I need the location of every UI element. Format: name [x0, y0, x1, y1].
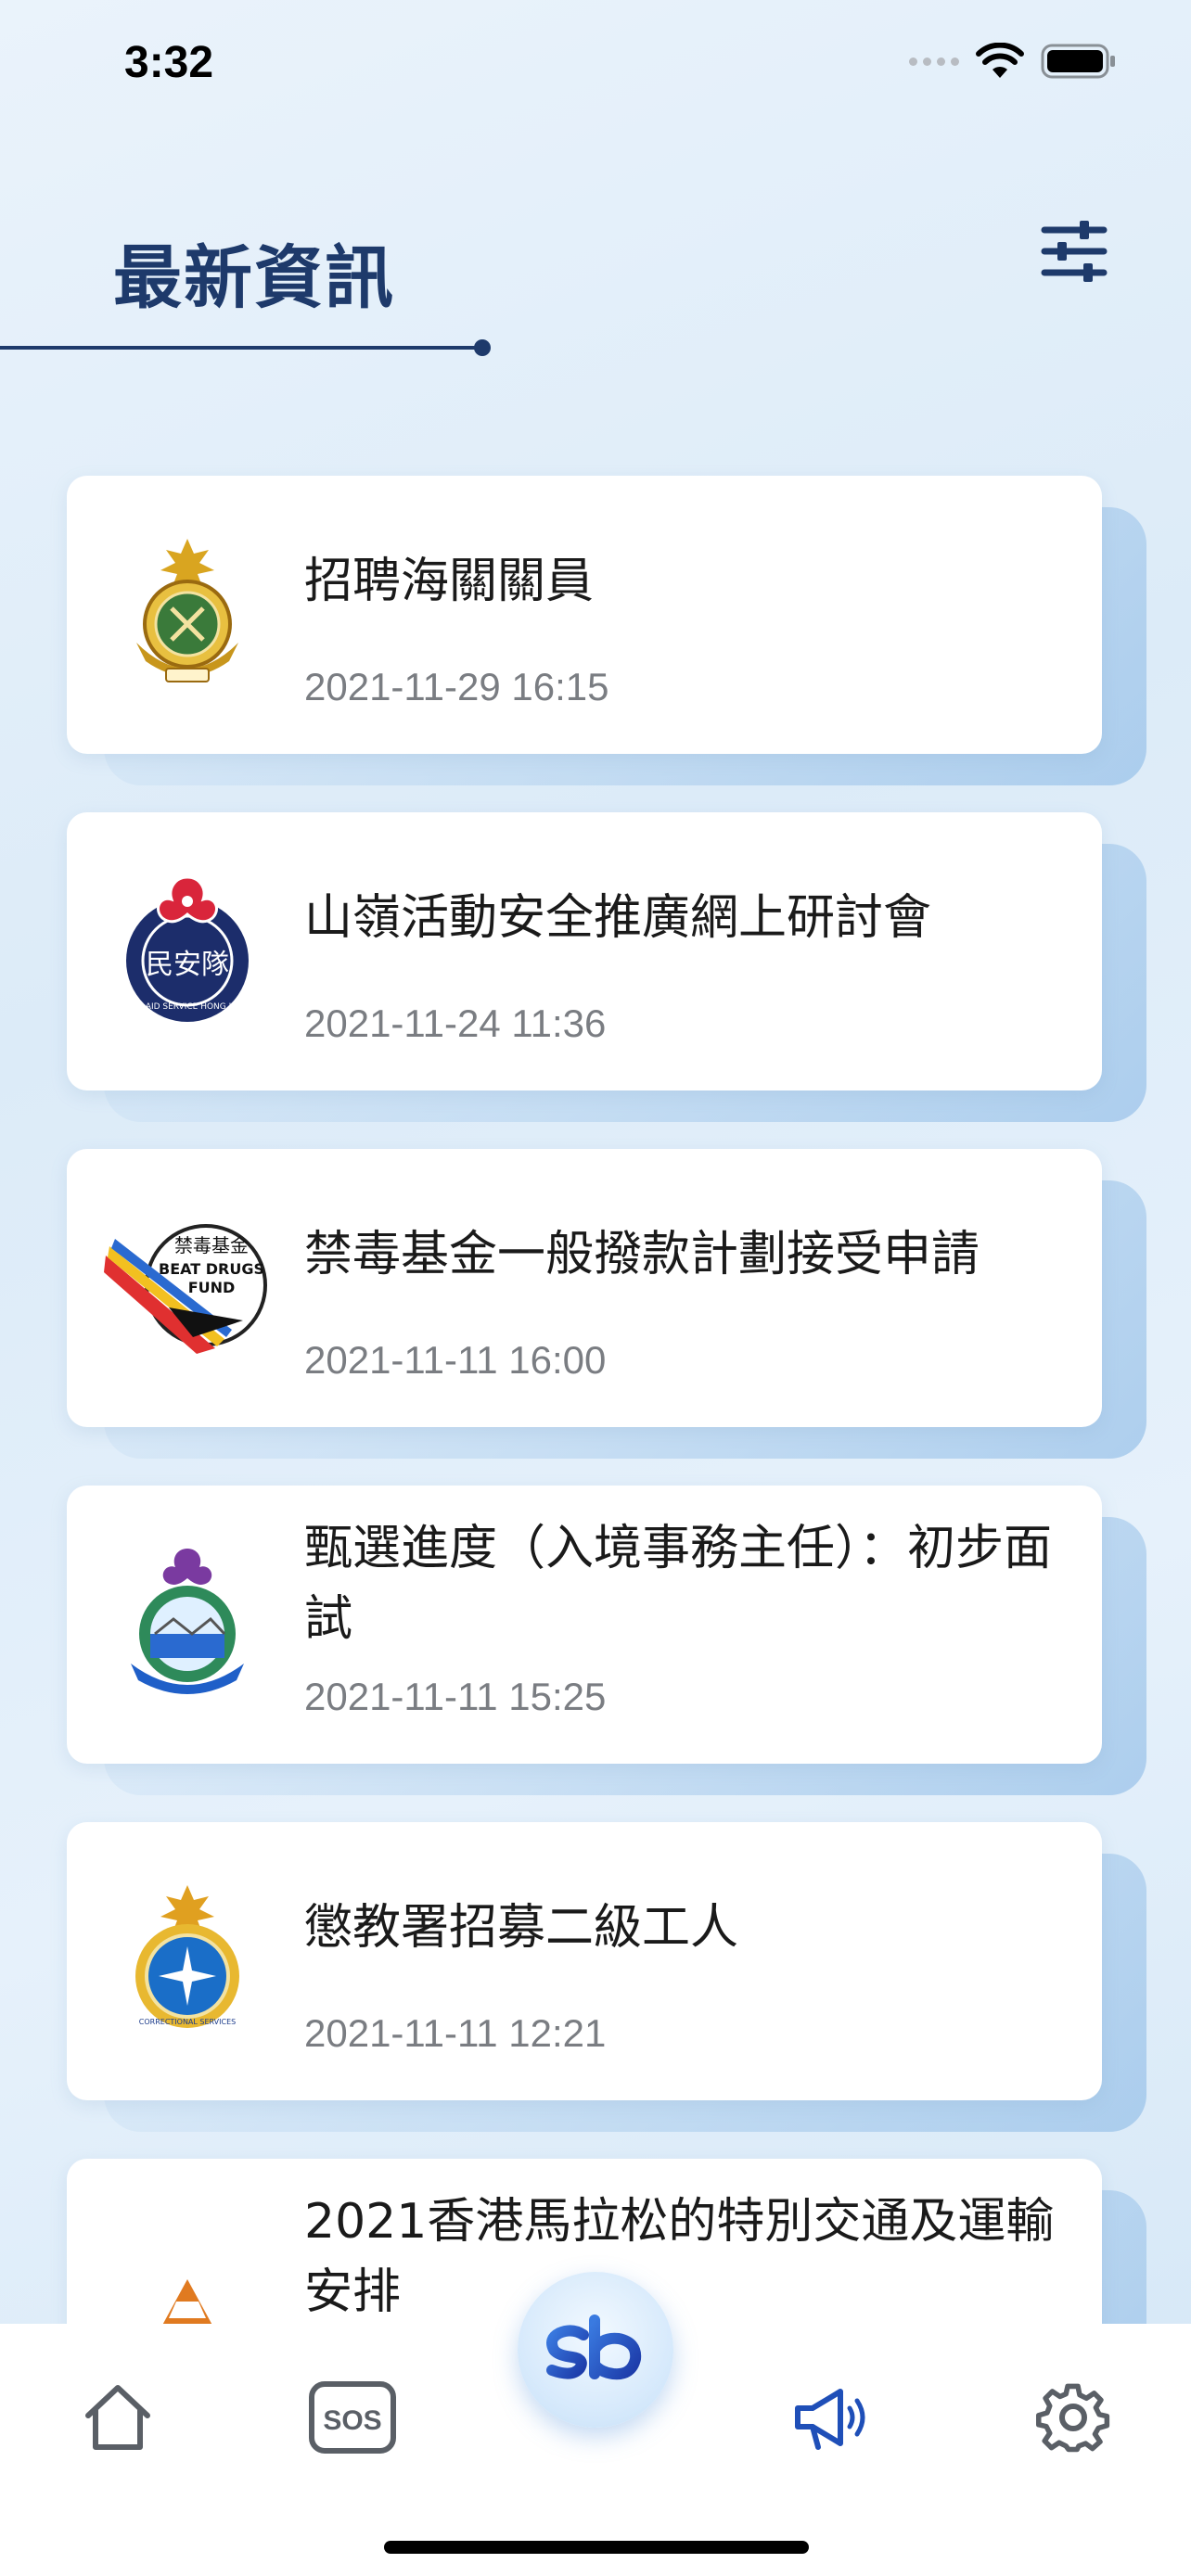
news-title: 山嶺活動安全推廣網上研討會: [304, 890, 932, 946]
customs-crest-icon: [104, 531, 271, 698]
correctional-services-crest-icon: CORRECTIONAL SERVICES: [104, 1878, 271, 2045]
news-item-wrapper: CORRECTIONAL SERVICES 懲教署招募二級工人 2021-11-…: [67, 1822, 1146, 2132]
civil-aid-service-crest-icon: 民安隊 CIVIL AID SERVICE HONG KONG: [104, 868, 271, 1035]
megaphone-icon: [795, 2389, 865, 2450]
bdf-cn-text: 禁毒基金: [174, 1234, 249, 1256]
tab-settings[interactable]: [1031, 2376, 1115, 2459]
traffic-cone-icon: [104, 2214, 271, 2327]
tab-announcements[interactable]: [790, 2376, 874, 2459]
tab-home[interactable]: [76, 2376, 160, 2459]
civil-aid-text: 民安隊: [146, 949, 229, 981]
news-card[interactable]: 甄選進度（入境事務主任）：初步面試 2021-11-11 15:25: [67, 1486, 1102, 1764]
news-item-wrapper: 招聘海關關員 2021-11-29 16:15: [67, 476, 1146, 785]
news-title: 懲教署招募二級工人: [304, 1900, 739, 1956]
news-date: 2021-11-29 16:15: [304, 665, 609, 708]
news-date: 2021-11-11 16:00: [304, 1338, 607, 1382]
news-list[interactable]: 招聘海關關員 2021-11-29 16:15 民安隊 CIVIL AID SE…: [0, 0, 1191, 2327]
news-title: 甄選進度（入境事務主任）：初步面試: [304, 1521, 1053, 1647]
news-card[interactable]: 招聘海關關員 2021-11-29 16:15: [67, 476, 1102, 754]
news-card[interactable]: 民安隊 CIVIL AID SERVICE HONG KONG 山嶺活動安全推廣…: [67, 812, 1102, 1090]
news-date: 2021-11-11 15:25: [304, 1675, 607, 1718]
civil-aid-ring-text: CIVIL AID SERVICE HONG KONG: [122, 1002, 253, 1012]
news-date: 2021-11-11 12:21: [304, 2011, 607, 2055]
bdf-en-text-2: FUND: [188, 1279, 236, 1296]
gear-icon: [1036, 2383, 1110, 2453]
sos-label: SOS: [323, 2405, 381, 2436]
news-item-wrapper: 禁毒基金 BEAT DRUGS FUND 禁毒基金一般撥款計劃接受申請 2021…: [67, 1149, 1146, 1459]
csd-ring-text: CORRECTIONAL SERVICES: [139, 2018, 236, 2026]
beat-drugs-fund-logo-icon: 禁毒基金 BEAT DRUGS FUND: [104, 1205, 271, 1371]
home-indicator: [384, 2541, 809, 2554]
center-home-button[interactable]: [518, 2272, 673, 2428]
news-title: 招聘海關關員: [304, 554, 595, 609]
sb-logo-icon: [546, 2315, 642, 2380]
sos-icon: SOS: [309, 2381, 396, 2454]
news-item-wrapper: 民安隊 CIVIL AID SERVICE HONG KONG 山嶺活動安全推廣…: [67, 812, 1146, 1122]
news-title: 禁毒基金一般撥款計劃接受申請: [304, 1227, 980, 1282]
home-icon: [85, 2385, 150, 2450]
news-card[interactable]: CORRECTIONAL SERVICES 懲教署招募二級工人 2021-11-…: [67, 1822, 1102, 2100]
news-card[interactable]: 禁毒基金 BEAT DRUGS FUND 禁毒基金一般撥款計劃接受申請 2021…: [67, 1149, 1102, 1427]
news-item-wrapper: 甄選進度（入境事務主任）：初步面試 2021-11-11 15:25: [67, 1486, 1146, 1795]
bdf-en-text-1: BEAT DRUGS: [159, 1260, 264, 1278]
immigration-crest-icon: [104, 1541, 271, 1708]
tab-sos[interactable]: SOS: [308, 2376, 397, 2459]
news-date: 2021-11-24 11:36: [304, 1001, 607, 1045]
news-title: 2021香港馬拉松的特別交通及運輸安排: [304, 2194, 1055, 2320]
